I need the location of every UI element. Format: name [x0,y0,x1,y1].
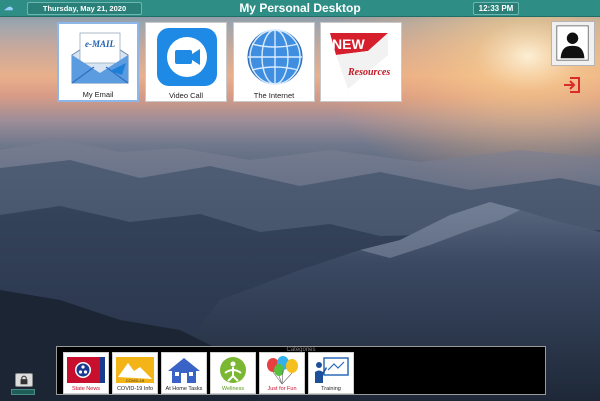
category-covid-info[interactable]: COVID-19 COVID-19 Info [112,352,158,394]
tile-label: My Email [82,90,114,99]
category-training[interactable]: Training [308,352,354,394]
new-resources-icon: NEW Resources [330,33,390,89]
category-label: Just for Fun [267,386,297,392]
training-board-icon [315,357,349,383]
category-label: Training [321,386,341,392]
wellness-icon [220,357,246,383]
category-label: State News [71,386,101,392]
page-title: My Personal Desktop [239,1,361,15]
svg-text:COVID-19: COVID-19 [126,378,145,383]
lock-screen-button[interactable] [15,373,33,387]
clock-display: 12:33 PM [473,2,519,15]
status-indicator [11,389,35,395]
logout-icon[interactable] [562,75,582,95]
covid-info-icon: COVID-19 [116,357,154,383]
new-badge-text: NEW [332,36,365,52]
balloons-icon [267,356,298,385]
header-bar: ☁ Thursday, May 21, 2020 My Personal Des… [0,0,600,17]
category-state-news[interactable]: State News [63,352,109,394]
date-display: Thursday, May 21, 2020 [27,2,142,15]
tile-video-call[interactable]: Video Call [145,22,227,102]
tile-new-resources[interactable]: NEW Resources [320,22,402,102]
tile-my-email[interactable]: e-MAIL My Email [57,22,139,102]
lock-icon [20,375,28,385]
category-just-for-fun[interactable]: Just for Fun [259,352,305,394]
tennessee-flag-icon [67,357,105,383]
category-label: COVID-19 Info [116,386,154,392]
user-silhouette-icon [556,25,589,61]
tile-label: Video Call [168,91,204,100]
category-label: At Home Tasks [165,386,203,392]
category-label: Wellness [221,386,245,392]
svg-text:e-MAIL: e-MAIL [85,39,115,49]
globe-icon [247,29,303,85]
house-icon [168,358,200,383]
tile-label: The Internet [253,91,295,100]
profile-picture-button[interactable] [551,21,595,66]
category-wellness[interactable]: Wellness [210,352,256,394]
app-logo-icon: ☁ [4,2,13,12]
category-at-home-tasks[interactable]: At Home Tasks [161,352,207,394]
video-camera-icon [157,28,217,86]
categories-bar: Categories State News COVID-19 COVID-19 … [56,346,546,395]
tile-the-internet[interactable]: The Internet [233,22,315,102]
email-envelope-icon: e-MAIL [71,32,129,84]
resources-text: Resources [347,67,390,78]
